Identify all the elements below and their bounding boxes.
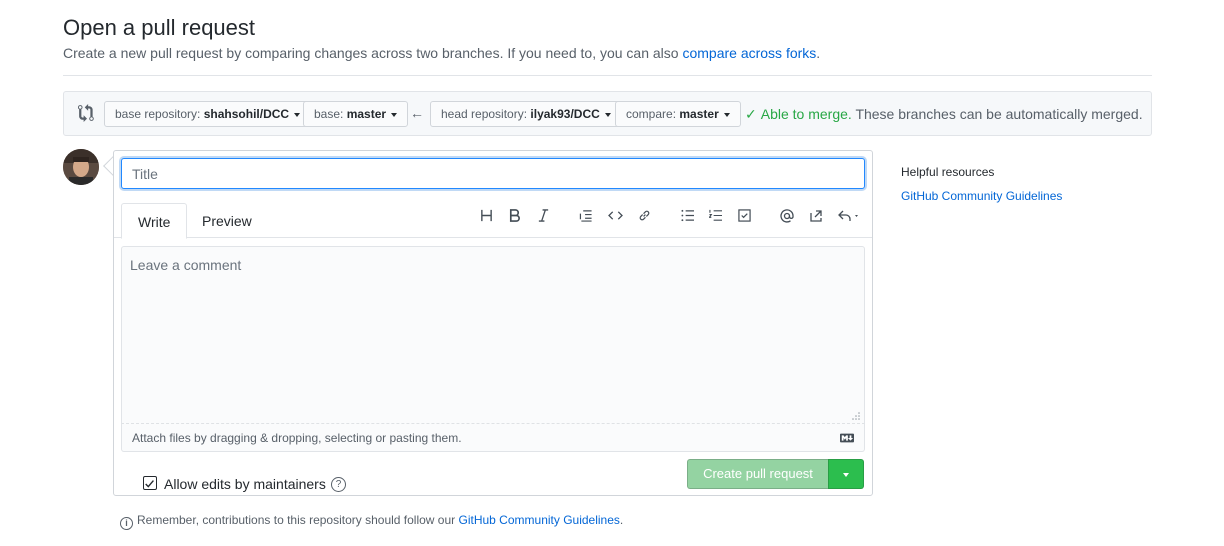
head-repository-select[interactable]: head repository: ilyak93/DCC — [430, 101, 623, 127]
code-icon[interactable] — [605, 209, 625, 227]
create-options-dropdown[interactable] — [828, 459, 864, 489]
merge-status-label: Able to merge. — [760, 106, 852, 122]
compare-branch-value: master — [679, 107, 719, 121]
base-repository-select[interactable]: base repository: shahsohil/DCC — [104, 101, 312, 127]
page-description: Create a new pull request by comparing c… — [63, 44, 820, 62]
base-repository-label: base repository: — [115, 107, 201, 121]
chevron-down-icon — [294, 112, 301, 117]
avatar[interactable] — [63, 149, 99, 185]
avatar-image — [63, 149, 99, 185]
range-editor: base repository: shahsohil/DCC base: mas… — [63, 91, 1152, 136]
maintainers-checkbox[interactable] — [143, 476, 157, 490]
link-icon[interactable] — [634, 209, 654, 227]
chevron-down-icon — [843, 473, 849, 477]
attach-files-text: Attach files by dragging & dropping, sel… — [132, 431, 462, 445]
page-title: Open a pull request — [63, 15, 256, 40]
contribution-note-end: . — [619, 513, 624, 527]
compare-branch-select[interactable]: compare: master — [615, 101, 742, 127]
maintainers-label: Allow edits by maintainers — [164, 476, 326, 492]
description-text: Create a new pull request by comparing c… — [63, 45, 683, 61]
contribution-note: i Remember, contributions to this reposit… — [120, 512, 623, 530]
check-icon — [145, 480, 154, 488]
tab-preview[interactable]: Preview — [186, 203, 268, 239]
compare-branch-label: compare: — [626, 107, 677, 121]
description-end: . — [816, 45, 821, 61]
base-branch-label: base: — [314, 107, 344, 121]
resize-handle-icon[interactable] — [850, 412, 860, 422]
chevron-down-icon — [391, 112, 398, 117]
mention-icon[interactable] — [777, 209, 797, 227]
compare-icon — [78, 104, 94, 122]
footer-guidelines-link[interactable]: GitHub Community Guidelines — [459, 513, 620, 527]
cross-reference-icon[interactable] — [806, 209, 826, 227]
header-icon[interactable] — [476, 209, 496, 227]
title-input[interactable] — [121, 158, 865, 189]
ordered-list-icon[interactable] — [705, 209, 725, 227]
compare-across-forks-link[interactable]: compare across forks — [682, 45, 816, 61]
chevron-down-icon — [605, 112, 612, 117]
contribution-note-text: Remember, contributions to this reposito… — [137, 513, 459, 527]
head-repository-label: head repository: — [441, 107, 528, 121]
merge-status: ✓ Able to merge. These branches can be au… — [745, 106, 1143, 123]
merge-status-detail: These branches can be automatically merg… — [855, 106, 1143, 122]
quote-icon[interactable] — [576, 209, 596, 227]
arrow-left-icon: ← — [410, 105, 424, 121]
tab-write[interactable]: Write — [121, 203, 188, 239]
comment-textarea[interactable] — [121, 246, 865, 424]
italic-icon[interactable] — [533, 209, 553, 227]
divider — [63, 75, 1152, 76]
bold-icon[interactable] — [504, 209, 524, 227]
reply-icon[interactable] — [835, 209, 863, 227]
markdown-icon[interactable] — [840, 433, 854, 443]
question-icon[interactable]: ? — [331, 477, 346, 492]
check-icon: ✓ — [745, 106, 757, 122]
base-repository-value: shahsohil/DCC — [203, 107, 290, 121]
info-icon: i — [120, 517, 133, 530]
helpful-resources-title: Helpful resources — [901, 165, 995, 179]
unordered-list-icon[interactable] — [677, 209, 697, 227]
pull-request-form: Write Preview Attach files by dra — [113, 150, 873, 496]
head-repository-value: ilyak93/DCC — [530, 107, 600, 121]
chevron-down-icon — [724, 112, 731, 117]
base-branch-value: master — [346, 107, 387, 121]
create-pull-request-button[interactable]: Create pull request — [687, 459, 829, 489]
attach-files-bar[interactable]: Attach files by dragging & dropping, sel… — [121, 424, 865, 452]
task-list-icon[interactable] — [734, 209, 754, 227]
community-guidelines-link[interactable]: GitHub Community Guidelines — [901, 189, 1062, 203]
base-branch-select[interactable]: base: master — [303, 101, 409, 127]
